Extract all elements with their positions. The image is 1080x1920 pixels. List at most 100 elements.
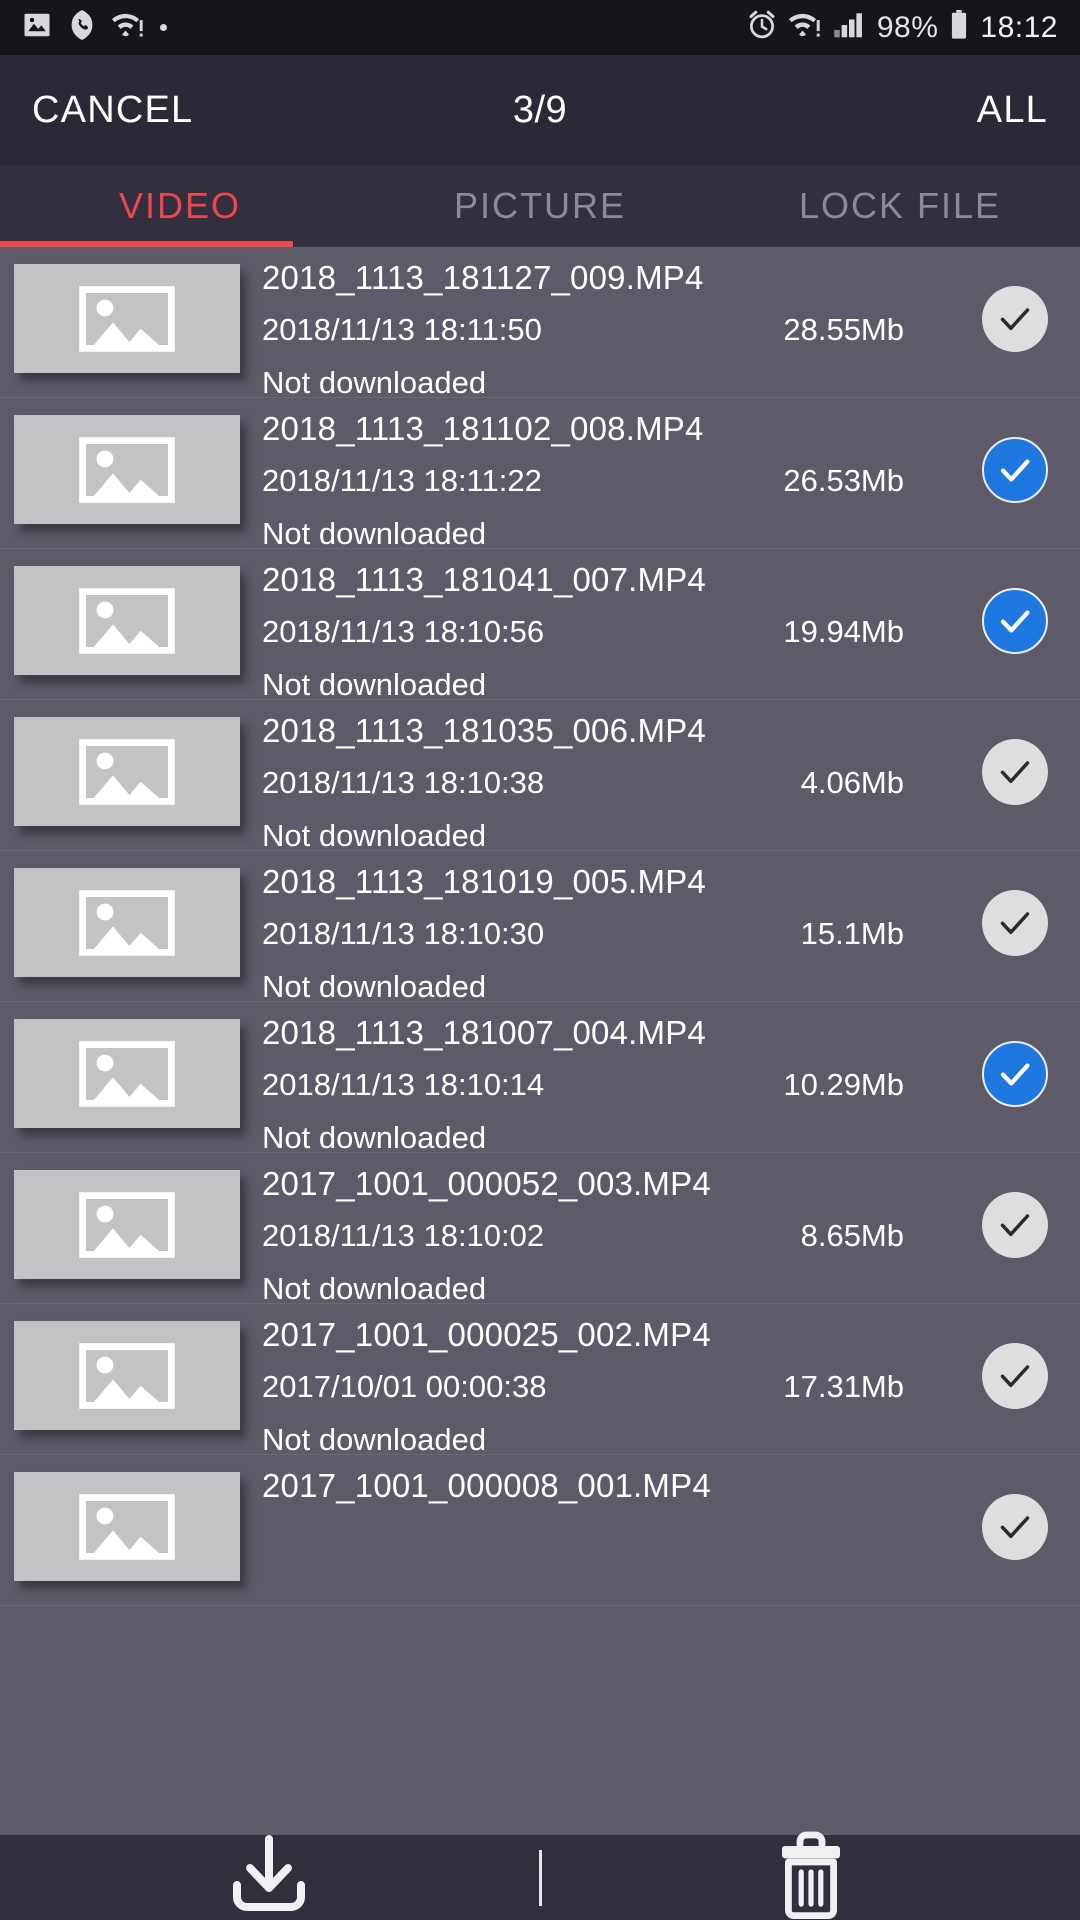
file-thumbnail bbox=[14, 1472, 240, 1581]
file-row[interactable]: 2018_1113_181007_004.MP4 2018/11/13 18:10… bbox=[0, 1002, 1080, 1156]
thumbnail-container bbox=[0, 259, 240, 373]
image-placeholder-icon bbox=[79, 285, 175, 352]
checkbox-unchecked-icon[interactable] bbox=[982, 286, 1048, 352]
download-button[interactable] bbox=[0, 1835, 539, 1920]
alarm-icon bbox=[747, 10, 777, 45]
file-row[interactable]: 2018_1113_181019_005.MP4 2018/11/13 18:10… bbox=[0, 851, 1080, 1005]
file-row[interactable]: 2017_1001_000025_002.MP4 2017/10/01 00:00… bbox=[0, 1304, 1080, 1458]
status-bar-left bbox=[22, 10, 167, 45]
file-status: Not downloaded bbox=[262, 818, 487, 853]
clock: 18:12 bbox=[980, 10, 1058, 44]
file-thumbnail bbox=[14, 717, 240, 826]
select-all-button[interactable]: ALL bbox=[977, 89, 1048, 132]
file-name: 2018_1113_181007_004.MP4 bbox=[262, 1014, 706, 1051]
file-size: 8.65Mb bbox=[800, 1218, 904, 1253]
wifi-alert-icon bbox=[112, 11, 144, 44]
thumbnail-container bbox=[0, 1165, 240, 1279]
checkbox-unchecked-icon[interactable] bbox=[982, 890, 1048, 956]
file-date: 2018/11/13 18:10:56 bbox=[262, 614, 545, 649]
file-status: Not downloaded bbox=[262, 969, 487, 1004]
select-checkbox[interactable] bbox=[950, 259, 1080, 379]
file-name: 2018_1113_181035_006.MP4 bbox=[262, 712, 706, 749]
file-name: 2017_1001_000008_001.MP4 bbox=[262, 1467, 711, 1504]
select-checkbox[interactable] bbox=[950, 1165, 1080, 1285]
file-thumbnail bbox=[14, 415, 240, 524]
select-checkbox[interactable] bbox=[950, 561, 1080, 681]
checkbox-unchecked-icon[interactable] bbox=[982, 739, 1048, 805]
file-status: Not downloaded bbox=[262, 516, 487, 551]
status-bar: 98% 18:12 bbox=[0, 0, 1080, 55]
image-placeholder-icon bbox=[79, 1191, 175, 1258]
checkbox-checked-icon[interactable] bbox=[982, 437, 1048, 503]
file-status: Not downloaded bbox=[262, 1120, 487, 1155]
wifi-alert-icon bbox=[788, 11, 821, 44]
file-row[interactable]: 2018_1113_181102_008.MP4 2018/11/13 18:11… bbox=[0, 398, 1080, 552]
image-placeholder-icon bbox=[79, 1342, 175, 1409]
tab-picture[interactable]: PICTURE bbox=[360, 165, 720, 247]
dot-icon bbox=[160, 24, 167, 31]
select-checkbox[interactable] bbox=[950, 712, 1080, 832]
file-date: 2018/11/13 18:11:50 bbox=[262, 312, 542, 347]
image-placeholder-icon bbox=[79, 436, 175, 503]
file-thumbnail bbox=[14, 264, 240, 373]
file-name: 2018_1113_181019_005.MP4 bbox=[262, 863, 706, 900]
select-checkbox[interactable] bbox=[950, 863, 1080, 983]
tab-bar: VIDEO PICTURE LOCK FILE bbox=[0, 165, 1080, 247]
delete-button[interactable] bbox=[542, 1831, 1080, 1920]
battery-percent: 98% bbox=[876, 10, 939, 44]
file-size: 26.53Mb bbox=[783, 463, 904, 498]
file-date: 2018/11/13 18:10:38 bbox=[262, 765, 545, 800]
select-checkbox[interactable] bbox=[950, 410, 1080, 530]
file-status: Not downloaded bbox=[262, 1271, 487, 1306]
checkbox-checked-icon[interactable] bbox=[982, 1041, 1048, 1107]
file-row[interactable]: 2018_1113_181127_009.MP4 2018/11/13 18:11… bbox=[0, 247, 1080, 400]
phone-incoming-icon bbox=[68, 10, 96, 45]
file-thumbnail bbox=[14, 1019, 240, 1128]
checkbox-unchecked-icon[interactable] bbox=[982, 1192, 1048, 1258]
battery-icon bbox=[950, 10, 968, 45]
file-list[interactable]: 2018_1113_181127_009.MP4 2018/11/13 18:11… bbox=[0, 247, 1080, 1835]
file-row[interactable]: 2018_1113_181035_006.MP4 2018/11/13 18:10… bbox=[0, 700, 1080, 853]
select-checkbox[interactable] bbox=[950, 1467, 1080, 1587]
file-info: 2018_1113_181007_004.MP4 2018/11/13 18:10… bbox=[240, 1014, 950, 1156]
file-row[interactable]: 2017_1001_000008_001.MP4 bbox=[0, 1455, 1080, 1606]
tab-lock-file[interactable]: LOCK FILE bbox=[720, 165, 1080, 247]
file-info: 2017_1001_000025_002.MP4 2017/10/01 00:00… bbox=[240, 1316, 950, 1458]
file-size: 4.06Mb bbox=[800, 765, 904, 800]
file-info: 2017_1001_000052_003.MP4 2018/11/13 18:10… bbox=[240, 1165, 950, 1307]
signal-icon bbox=[833, 11, 865, 44]
file-date: 2018/11/13 18:10:02 bbox=[262, 1218, 545, 1253]
file-size: 15.1Mb bbox=[800, 916, 904, 951]
file-status: Not downloaded bbox=[262, 365, 487, 400]
file-date: 2018/11/13 18:10:14 bbox=[262, 1067, 545, 1102]
thumbnail-container bbox=[0, 863, 240, 977]
file-name: 2018_1113_181041_007.MP4 bbox=[262, 561, 706, 598]
file-info: 2018_1113_181019_005.MP4 2018/11/13 18:10… bbox=[240, 863, 950, 1005]
select-checkbox[interactable] bbox=[950, 1014, 1080, 1134]
file-date: 2018/11/13 18:10:30 bbox=[262, 916, 545, 951]
tab-video[interactable]: VIDEO bbox=[0, 165, 360, 247]
image-placeholder-icon bbox=[79, 1493, 175, 1560]
file-row[interactable]: 2017_1001_000052_003.MP4 2018/11/13 18:10… bbox=[0, 1153, 1080, 1307]
file-info: 2018_1113_181102_008.MP4 2018/11/13 18:11… bbox=[240, 410, 950, 552]
status-bar-right: 98% 18:12 bbox=[747, 10, 1058, 45]
checkbox-unchecked-icon[interactable] bbox=[982, 1343, 1048, 1409]
selection-counter: 3/9 bbox=[512, 88, 568, 131]
file-thumbnail bbox=[14, 1321, 240, 1430]
file-size: 28.55Mb bbox=[783, 312, 904, 347]
thumbnail-container bbox=[0, 1014, 240, 1128]
screen: 98% 18:12 CANCEL 3/9 ALL VIDEO PICTURE L… bbox=[0, 0, 1080, 1920]
file-thumbnail bbox=[14, 1170, 240, 1279]
checkbox-checked-icon[interactable] bbox=[982, 588, 1048, 654]
select-checkbox[interactable] bbox=[950, 1316, 1080, 1436]
file-date: 2018/11/13 18:11:22 bbox=[262, 463, 542, 498]
checkbox-unchecked-icon[interactable] bbox=[982, 1494, 1048, 1560]
file-meta: 2018/11/13 18:10:38 4.06Mb bbox=[262, 765, 936, 801]
file-row[interactable]: 2018_1113_181041_007.MP4 2018/11/13 18:10… bbox=[0, 549, 1080, 702]
file-thumbnail bbox=[14, 868, 240, 977]
thumbnail-container bbox=[0, 1316, 240, 1430]
thumbnail-container bbox=[0, 561, 240, 675]
thumbnail-container bbox=[0, 1467, 240, 1581]
file-name: 2018_1113_181127_009.MP4 bbox=[262, 259, 704, 296]
file-name: 2017_1001_000025_002.MP4 bbox=[262, 1316, 711, 1353]
